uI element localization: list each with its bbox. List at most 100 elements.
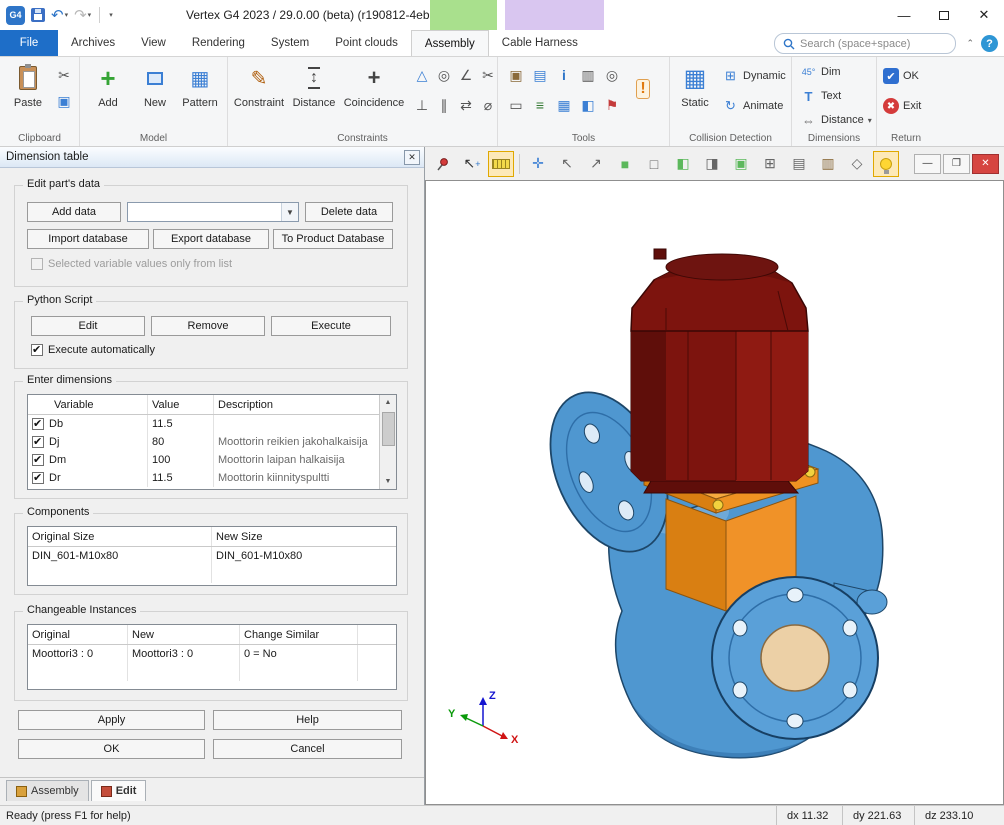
scroll-down-icon[interactable]: ▼ [385, 474, 392, 489]
film-tool-icon[interactable]: ▭ [506, 95, 526, 115]
delete-data-button[interactable]: Delete data [305, 202, 393, 222]
execute-automatically-checkbox[interactable] [31, 344, 43, 356]
shaded-cube-icon[interactable]: ■ [612, 151, 638, 177]
add-data-button[interactable]: Add data [27, 202, 121, 222]
components-table[interactable]: Original Size New Size DIN_601-M10x80 DI… [27, 526, 397, 586]
scroll-up-icon[interactable]: ▲ [385, 395, 392, 410]
copy-icon[interactable]: ▣ [54, 91, 74, 111]
tab-system[interactable]: System [258, 30, 322, 56]
maximize-button[interactable] [924, 0, 964, 30]
redo-dropdown-icon[interactable]: ▾ [88, 12, 92, 19]
tab-archives[interactable]: Archives [58, 30, 128, 56]
row-checkbox[interactable] [32, 472, 44, 484]
help-button[interactable]: ? [981, 35, 998, 52]
cancel-button[interactable]: Cancel [213, 739, 402, 759]
row-checkbox[interactable] [32, 418, 44, 430]
warning-tool-icon[interactable]: ! [636, 79, 650, 99]
distance-constraint-button[interactable]: ↕ Distance [288, 61, 340, 127]
exit-button[interactable]: ✖ Exit [883, 95, 921, 117]
zoom-tool-icon[interactable]: ◎ [602, 65, 622, 85]
static-button[interactable]: ▦ Static [672, 61, 718, 127]
angle-constraint-icon[interactable]: ∠ [456, 65, 476, 85]
dimension-row[interactable]: Dm 100 Moottorin laipan halkaisija [28, 451, 396, 469]
distance-measure-button[interactable]: ⇔ Distance ▾ [800, 109, 872, 131]
row-checkbox[interactable] [32, 454, 44, 466]
parallel-constraint-icon[interactable]: ∥ [434, 95, 454, 115]
cut-icon[interactable]: ✂ [54, 65, 74, 85]
viewport-close-button[interactable]: ✕ [972, 154, 999, 174]
picture-tool-icon[interactable]: ▥ [578, 65, 598, 85]
combobox-arrow-icon[interactable]: ▼ [281, 203, 298, 221]
undo-dropdown-icon[interactable]: ▾ [65, 12, 69, 19]
pan-arrow-icon[interactable]: ↖ [554, 151, 580, 177]
search-input[interactable] [800, 38, 947, 50]
app-icon[interactable]: G4 [6, 6, 25, 25]
dimension-row[interactable]: Dr 11.5 Moottorin kiinnityspultti [28, 469, 396, 487]
ok-ribbon-button[interactable]: ✔ OK [883, 65, 919, 87]
add-button[interactable]: + Add [84, 61, 132, 127]
tab-point-clouds[interactable]: Point clouds [322, 30, 411, 56]
bottom-tab-assembly[interactable]: Assembly [6, 780, 89, 801]
tab-cable-harness[interactable]: Cable Harness [489, 30, 591, 56]
wireframe-cube-icon[interactable]: □ [641, 151, 667, 177]
panel-tool-icon[interactable]: ◧ [578, 95, 598, 115]
select-add-icon[interactable]: ↖+ [459, 151, 485, 177]
dimension-row[interactable]: Dj 80 Moottorin reikien jakohalkaisija [28, 433, 396, 451]
selected-only-checkbox-row[interactable]: Selected variable values only from list [31, 258, 232, 270]
bottom-tab-edit[interactable]: Edit [91, 780, 147, 801]
paste-button[interactable]: Paste [4, 61, 52, 127]
instance-row-empty[interactable] [28, 663, 396, 681]
export-image-tool-icon[interactable]: ▤ [530, 65, 550, 85]
measure-icon[interactable] [488, 151, 514, 177]
new-button[interactable]: New [134, 61, 176, 127]
execute-automatically-checkbox-row[interactable]: Execute automatically [31, 344, 155, 356]
dim-button[interactable]: 45° Dim [800, 61, 841, 83]
viewport-restore-button[interactable]: ❐ [943, 154, 970, 174]
panel-close-button[interactable]: ✕ [404, 150, 420, 165]
ok-button[interactable]: OK [18, 739, 205, 759]
dimensions-scrollbar[interactable]: ▲ ▼ [379, 395, 396, 489]
notes-icon[interactable]: ▤ [786, 151, 812, 177]
animate-button[interactable]: ↻ Animate [722, 95, 783, 117]
to-product-database-button[interactable]: To Product Database [273, 229, 393, 249]
tab-file[interactable]: File [0, 30, 58, 56]
flag-tool-icon[interactable]: ⚑ [602, 95, 622, 115]
ribbon-collapse-icon[interactable]: ⌃ [966, 38, 974, 49]
undo-button[interactable]: ↶▾ [51, 8, 68, 23]
pin-icon[interactable] [430, 151, 456, 177]
viewport-canvas[interactable]: Z X Y [425, 180, 1004, 805]
section-cube-icon[interactable]: ▣ [728, 151, 754, 177]
viewport-minimize-button[interactable]: — [914, 154, 941, 174]
tab-assembly[interactable]: Assembly [411, 30, 489, 56]
apply-button[interactable]: Apply [18, 710, 205, 730]
section-plane-icon[interactable]: ◇ [844, 151, 870, 177]
dimensions-table[interactable]: Variable Value Description Db 11.5 Dj 80… [27, 394, 397, 490]
distance-dropdown-icon[interactable]: ▾ [868, 116, 872, 125]
instances-table[interactable]: Original New Change Similar Moottori3 : … [27, 624, 397, 690]
dimension-row[interactable]: Db 11.5 [28, 415, 396, 433]
transparent-cube-icon[interactable]: ◨ [699, 151, 725, 177]
tangent-constraint-icon[interactable]: ⌀ [478, 95, 498, 115]
redo-button[interactable]: ↷▾ [74, 8, 91, 23]
explode-cube-icon[interactable]: ⊞ [757, 151, 783, 177]
tab-rendering[interactable]: Rendering [179, 30, 258, 56]
minimize-button[interactable]: — [884, 0, 924, 30]
break-constraint-icon[interactable]: ✂ [478, 65, 498, 85]
symmetric-constraint-icon[interactable]: ⇄ [456, 95, 476, 115]
rotate-arrow-icon[interactable]: ↗ [583, 151, 609, 177]
perpendicular-constraint-icon[interactable]: ⊥ [412, 95, 432, 115]
tree-tool-icon[interactable]: ≡ [530, 95, 550, 115]
coincidence-button[interactable]: + Coincidence [342, 61, 406, 127]
dynamic-button[interactable]: ⊞ Dynamic [722, 65, 786, 87]
concentric-constraint-icon[interactable]: ◎ [434, 65, 454, 85]
row-checkbox[interactable] [32, 436, 44, 448]
clipboard-view-icon[interactable]: ▥ [815, 151, 841, 177]
component-row[interactable]: DIN_601-M10x80 DIN_601-M10x80 [28, 547, 396, 565]
instance-row[interactable]: Moottori3 : 0 Moottori3 : 0 0 = No [28, 645, 396, 663]
light-icon[interactable] [873, 151, 899, 177]
python-edit-button[interactable]: Edit [31, 316, 145, 336]
text-button[interactable]: T Text [800, 85, 841, 107]
pattern-button[interactable]: ▦ Pattern [176, 61, 224, 127]
orient-axis-icon[interactable]: ✛ [525, 151, 551, 177]
constraint-button[interactable]: ✎ Constraint [232, 61, 286, 127]
